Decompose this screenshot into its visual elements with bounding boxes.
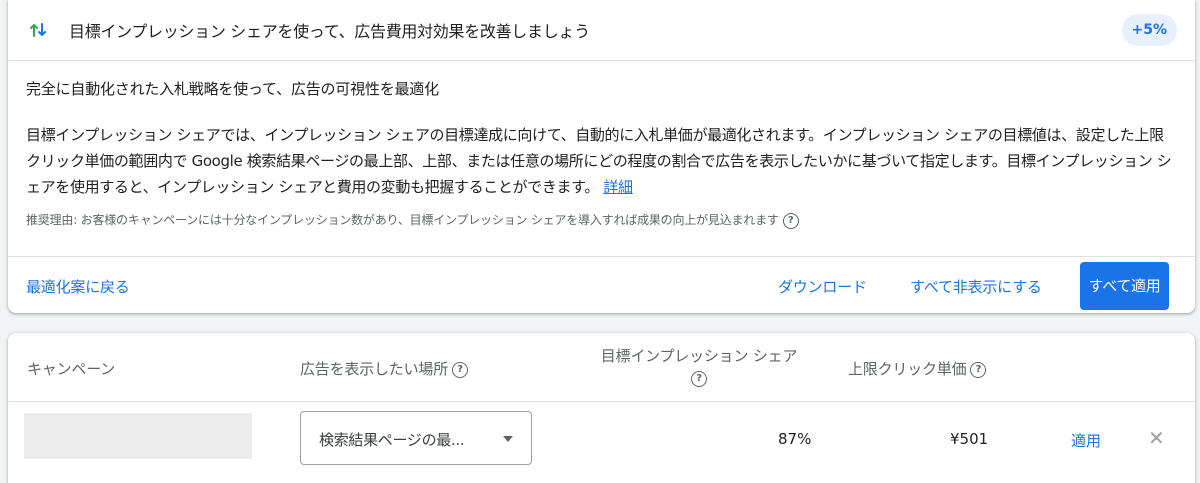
- recommendation-reason: 推奨理由: お客様のキャンペーンには十分なインプレッション数があり、目標インプレ…: [26, 211, 799, 229]
- recommendation-header: 目標インプレッション シェアを使って、広告費用対効果を改善しましょう +5%: [8, 0, 1195, 61]
- campaign-table: キャンペーン 広告を表示したい場所? 目標インプレッション シェア ? 上限クリ…: [8, 333, 1195, 483]
- max-cpc-value: ¥501: [950, 430, 989, 448]
- recommendation-title: 目標インプレッション シェアを使って、広告費用対効果を改善しましょう: [69, 22, 590, 41]
- help-icon[interactable]: ?: [691, 370, 707, 387]
- placement-select-value: 検索結果ページの最...: [319, 431, 465, 449]
- download-button[interactable]: ダウンロード: [778, 276, 867, 297]
- header-placement[interactable]: 広告を表示したい場所?: [300, 358, 469, 379]
- dismiss-all-button[interactable]: すべて非表示にする: [910, 276, 1042, 297]
- learn-more-link[interactable]: 詳細: [603, 178, 633, 196]
- recommendation-subtitle: 完全に自動化された入札戦略を使って、広告の可視性を最適化: [26, 80, 439, 98]
- reason-text: 推奨理由: お客様のキャンペーンには十分なインプレッション数があり、目標インプレ…: [26, 213, 779, 227]
- uplift-badge: +5%: [1121, 14, 1177, 46]
- help-icon[interactable]: ?: [782, 212, 799, 229]
- recommendation-footer: 最適化案に戻る ダウンロード すべて非表示にする すべて適用: [8, 256, 1195, 313]
- help-icon[interactable]: ?: [970, 361, 987, 378]
- apply-all-button[interactable]: すべて適用: [1080, 262, 1169, 310]
- recommendation-description: 目標インプレッション シェアでは、インプレッション シェアの目標達成に向けて、自…: [26, 122, 1174, 200]
- header-target-share[interactable]: 目標インプレッション シェア ?: [585, 345, 813, 389]
- table-divider: [8, 401, 1195, 402]
- target-share-value: 87%: [778, 430, 812, 448]
- back-to-recommendations-link[interactable]: 最適化案に戻る: [26, 276, 130, 297]
- close-icon[interactable]: ✕: [1148, 428, 1165, 448]
- header-placement-label: 広告を表示したい場所: [300, 360, 449, 378]
- placement-select[interactable]: 検索結果ページの最...: [300, 411, 532, 465]
- header-campaign[interactable]: キャンペーン: [27, 358, 115, 379]
- description-text: 目標インプレッション シェアでは、インプレッション シェアの目標達成に向けて、自…: [26, 126, 1172, 196]
- header-max-cpc[interactable]: 上限クリック単価?: [848, 358, 987, 379]
- dropdown-caret-icon: [503, 436, 513, 442]
- header-target-share-label: 目標インプレッション シェア: [600, 347, 798, 365]
- trending-arrows-icon: [30, 23, 46, 37]
- header-max-cpc-label: 上限クリック単価: [848, 360, 967, 378]
- row-apply-button[interactable]: 適用: [1071, 430, 1101, 451]
- help-icon[interactable]: ?: [452, 361, 469, 378]
- campaign-name-placeholder: [24, 413, 252, 459]
- recommendation-card: 目標インプレッション シェアを使って、広告費用対効果を改善しましょう +5% 完…: [8, 0, 1195, 313]
